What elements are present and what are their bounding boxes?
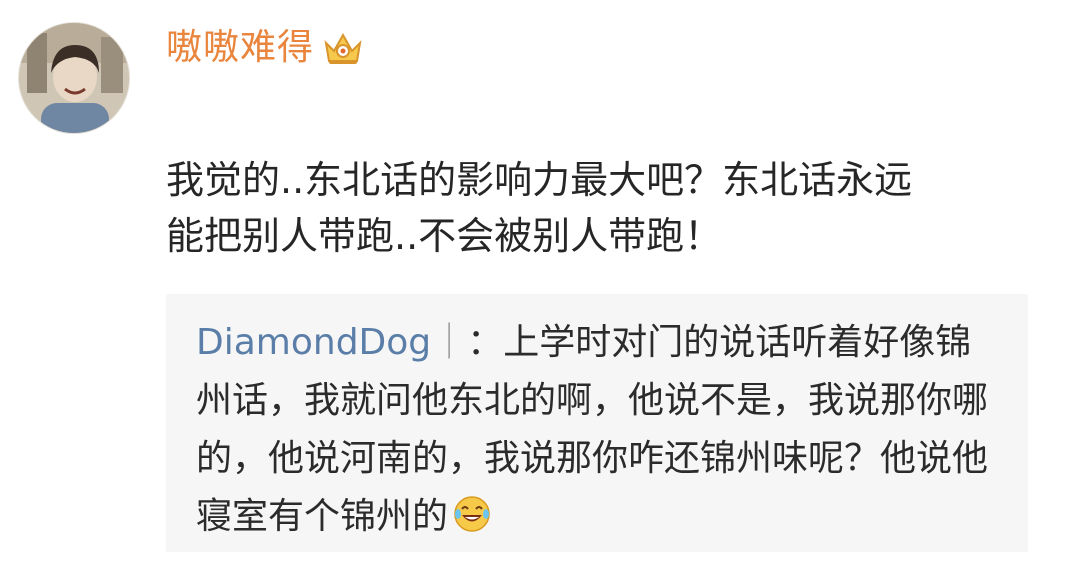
comment-line-2: 能把别人带跑..不会被别人带跑！ (166, 214, 723, 258)
vip-crown-icon[interactable] (322, 29, 364, 67)
repost-username[interactable]: DiamondDog (196, 322, 431, 363)
quoted-repost[interactable]: DiamondDog｜：上学时对门的说话听着好像锦州话，我就问他东北的啊，他说不… (166, 294, 1028, 552)
repost-text: DiamondDog｜：上学时对门的说话听着好像锦州话，我就问他东北的啊，他说不… (196, 314, 998, 546)
avatar[interactable] (18, 22, 130, 134)
weibo-post: 嗷嗷难得 我觉的..东北话的影响力最大吧？东北话永远 能把别人带跑..不会被别人… (0, 0, 1080, 565)
user-row: 嗷嗷难得 (166, 26, 364, 70)
comment-line-1: 我觉的..东北话的影响力最大吧？东北话永远 (166, 158, 913, 202)
username[interactable]: 嗷嗷难得 (166, 26, 314, 70)
avatar-photo-icon (19, 23, 129, 133)
repost-colon: ： (467, 322, 504, 363)
repost-separator: ｜ (431, 322, 468, 363)
laugh-tears-emoji-icon (452, 494, 492, 534)
comment-text: 我觉的..东北话的影响力最大吧？东北话永远 能把别人带跑..不会被别人带跑！ (166, 152, 1036, 264)
